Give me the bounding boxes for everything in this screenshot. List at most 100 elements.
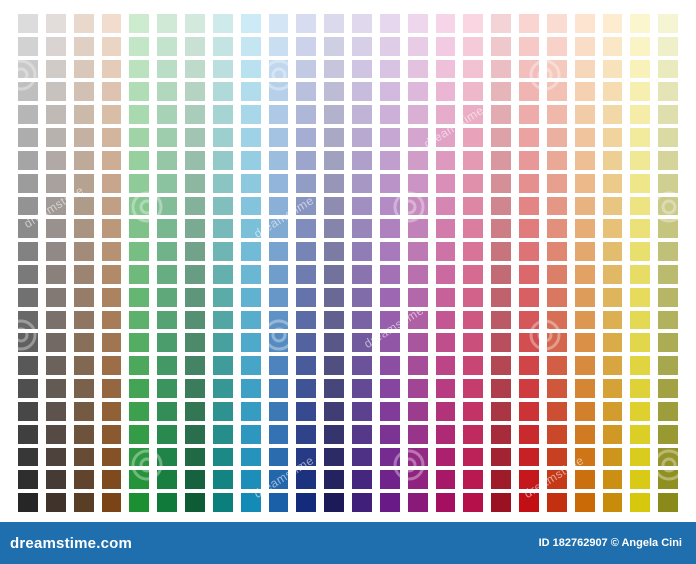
color-swatch-grid	[18, 14, 678, 512]
color-swatch-tan	[73, 265, 94, 284]
color-swatch-pink	[463, 105, 484, 125]
color-swatch-green	[157, 493, 177, 512]
color-swatch-red	[519, 82, 539, 102]
color-swatch-gray	[18, 401, 38, 421]
color-swatch-coral	[546, 82, 567, 102]
color-swatch-teal	[212, 150, 233, 170]
color-swatch-red	[519, 401, 539, 421]
color-swatch-yellow	[630, 128, 651, 147]
color-swatch-tan	[73, 356, 94, 376]
color-swatch-indigo	[352, 219, 372, 239]
color-swatch-rose	[491, 128, 511, 147]
color-swatch-tan	[73, 59, 94, 79]
color-swatch-brown	[101, 310, 122, 330]
color-swatch-rose	[491, 310, 511, 330]
color-swatch-green	[157, 36, 177, 56]
color-swatch-teal	[212, 447, 233, 467]
color-swatch-cyan	[240, 333, 261, 353]
color-swatch-teal	[212, 242, 233, 261]
color-swatch-brown	[101, 470, 122, 490]
color-swatch-indigo	[352, 59, 372, 79]
color-swatch-olive	[658, 14, 678, 33]
image-credit: ID 182762907 © Angela Cini	[538, 537, 682, 549]
color-swatch-green	[157, 150, 177, 170]
color-swatch-warm-gray	[45, 356, 66, 376]
color-swatch-warm-gray	[45, 424, 66, 444]
color-swatch-yellow	[630, 379, 651, 398]
color-swatch-navy	[324, 470, 344, 490]
color-swatch-red	[519, 424, 539, 444]
color-swatch-magenta	[435, 14, 456, 33]
color-swatch-brown	[101, 493, 122, 512]
color-swatch-amber	[602, 265, 623, 284]
color-swatch-sky	[268, 379, 289, 398]
color-swatch-blue	[296, 82, 317, 102]
color-swatch-violet	[379, 150, 400, 170]
color-swatch-cyan	[240, 379, 261, 398]
color-swatch-yellow	[630, 59, 651, 79]
color-swatch-red	[519, 379, 539, 398]
color-swatch-yellow	[630, 447, 651, 467]
color-swatch-red	[519, 128, 539, 147]
color-swatch-purple	[407, 105, 428, 125]
color-swatch-sky	[268, 310, 289, 330]
color-swatch-light-green	[129, 379, 150, 398]
color-swatch-purple	[407, 59, 428, 79]
color-swatch-amber	[602, 379, 623, 398]
color-swatch-orange	[574, 356, 595, 376]
color-swatch-amber	[602, 128, 623, 147]
color-swatch-coral	[546, 105, 567, 125]
color-swatch-yellow	[630, 493, 651, 512]
color-swatch-violet	[379, 128, 400, 147]
color-swatch-teal	[212, 196, 233, 216]
color-swatch-sky	[268, 59, 289, 79]
color-swatch-olive	[658, 333, 678, 353]
color-swatch-tan	[73, 173, 94, 193]
color-swatch-cyan	[240, 219, 261, 239]
color-swatch-purple	[407, 310, 428, 330]
color-swatch-gray	[18, 242, 38, 261]
color-swatch-light-green	[129, 242, 150, 261]
color-swatch-warm-gray	[45, 333, 66, 353]
color-swatch-gray	[18, 105, 38, 125]
color-swatch-olive	[658, 105, 678, 125]
color-swatch-blue	[296, 219, 317, 239]
color-swatch-pink	[463, 401, 484, 421]
color-swatch-violet	[379, 82, 400, 102]
color-swatch-navy	[324, 356, 344, 376]
color-swatch-navy	[324, 128, 344, 147]
color-swatch-sky	[268, 287, 289, 307]
color-swatch-orange	[574, 82, 595, 102]
color-swatch-red	[519, 36, 539, 56]
color-swatch-tan	[73, 128, 94, 147]
brand-logo-text[interactable]: dreamstime.com	[10, 535, 132, 552]
color-swatch-yellow	[630, 14, 651, 33]
color-swatch-cyan	[240, 82, 261, 102]
color-swatch-navy	[324, 219, 344, 239]
color-swatch-cyan	[240, 401, 261, 421]
color-swatch-blue	[296, 59, 317, 79]
color-swatch-navy	[324, 379, 344, 398]
color-swatch-red	[519, 287, 539, 307]
color-swatch-magenta	[435, 310, 456, 330]
color-swatch-blue	[296, 150, 317, 170]
color-swatch-teal	[212, 14, 233, 33]
color-swatch-warm-gray	[45, 219, 66, 239]
color-swatch-warm-gray	[45, 493, 66, 512]
color-swatch-light-green	[129, 59, 150, 79]
color-swatch-olive	[658, 128, 678, 147]
color-swatch-amber	[602, 287, 623, 307]
color-swatch-teal	[212, 493, 233, 512]
color-swatch-light-green	[129, 333, 150, 353]
color-swatch-red	[519, 333, 539, 353]
color-swatch-light-green	[129, 14, 150, 33]
color-swatch-navy	[324, 105, 344, 125]
color-swatch-indigo	[352, 379, 372, 398]
color-swatch-pink	[463, 242, 484, 261]
color-swatch-blue	[296, 287, 317, 307]
color-swatch-gray	[18, 59, 38, 79]
color-swatch-amber	[602, 493, 623, 512]
color-swatch-green	[157, 219, 177, 239]
color-swatch-navy	[324, 173, 344, 193]
color-swatch-coral	[546, 424, 567, 444]
